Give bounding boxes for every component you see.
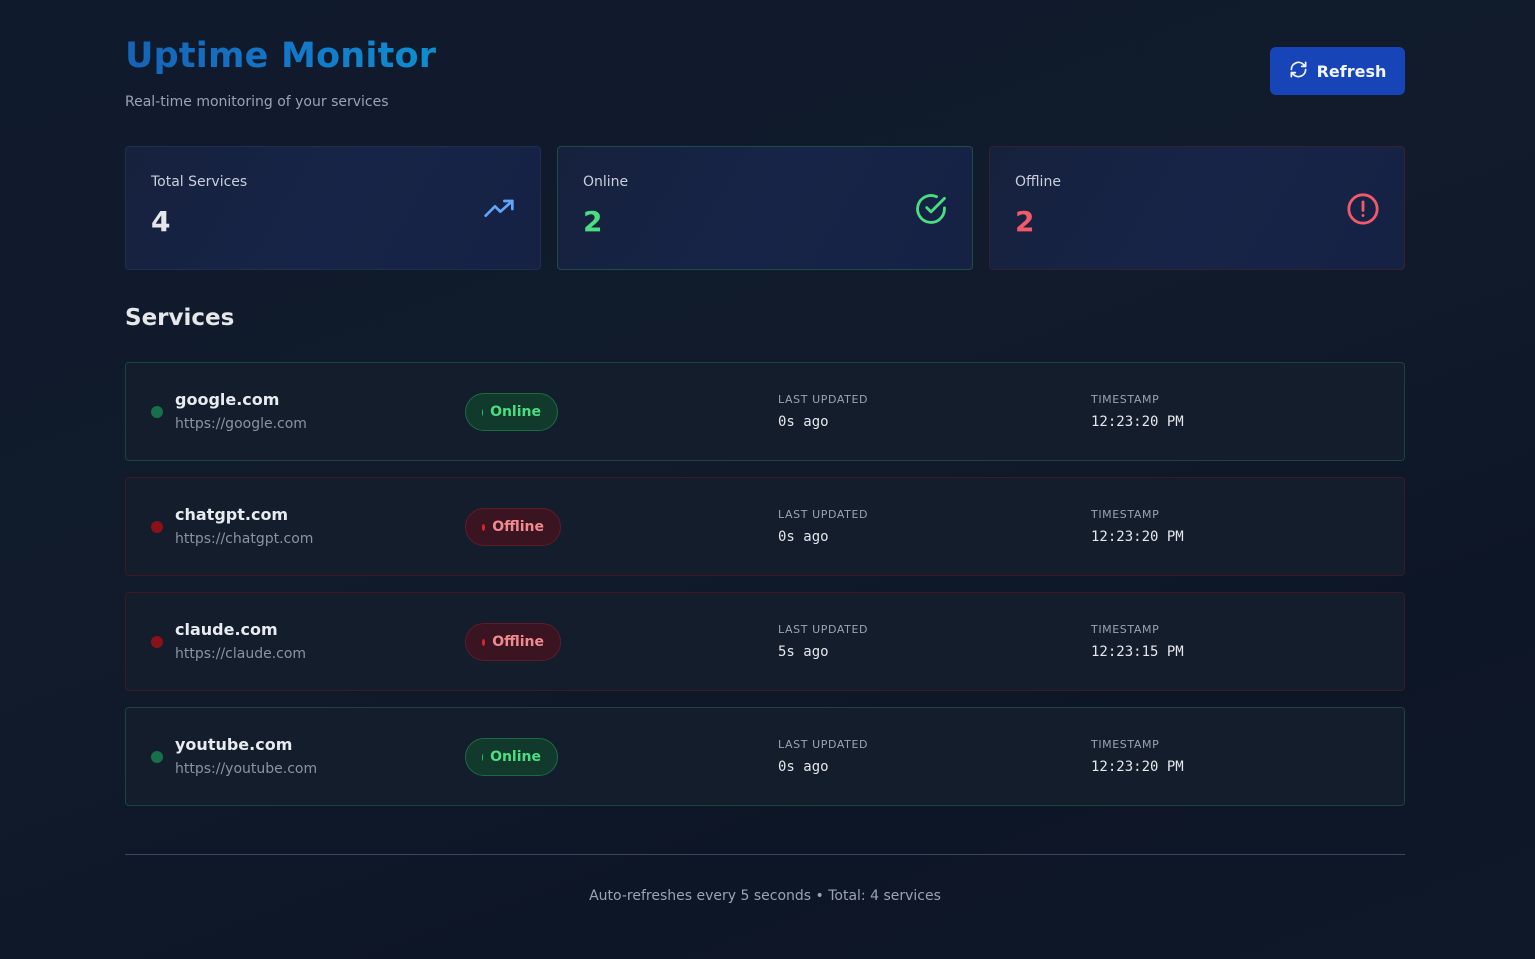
stat-value: 2 [583, 205, 603, 238]
trending-up-icon [482, 192, 516, 226]
status-dot [151, 406, 163, 418]
badge-dot [482, 638, 486, 646]
last-updated-value: 0s ago [778, 529, 829, 545]
alert-circle-icon [1346, 192, 1380, 226]
timestamp-label: TIMESTAMP [1091, 508, 1160, 521]
service-name: google.com [175, 390, 280, 409]
stats-row: Total Services 4 Online 2 Offline 2 [125, 146, 1405, 270]
stat-value: 2 [1015, 205, 1035, 238]
stat-card-total: Total Services 4 [125, 146, 541, 270]
stat-label: Online [583, 174, 629, 190]
badge-dot [482, 408, 484, 416]
service-url: https://youtube.com [175, 761, 318, 777]
stat-label: Total Services [151, 174, 248, 190]
check-circle-icon [914, 192, 948, 226]
service-url: https://claude.com [175, 646, 307, 662]
timestamp-value: 12:23:20 PM [1091, 759, 1184, 775]
timestamp-label: TIMESTAMP [1091, 738, 1160, 751]
refresh-label: Refresh [1316, 61, 1387, 81]
last-updated-value: 0s ago [778, 759, 829, 775]
status-badge: Offline [465, 623, 561, 661]
last-updated-label: LAST UPDATED [778, 623, 869, 636]
status-text: Offline [492, 634, 544, 650]
badge-dot [482, 523, 486, 531]
refresh-button[interactable]: Refresh [1270, 47, 1405, 95]
service-name: claude.com [175, 620, 278, 639]
timestamp-label: TIMESTAMP [1091, 623, 1160, 636]
service-row[interactable]: google.com https://google.com Online LAS… [125, 362, 1405, 461]
service-row[interactable]: chatgpt.com https://chatgpt.com Offline … [125, 477, 1405, 576]
stat-value: 4 [151, 205, 171, 238]
status-dot [151, 751, 163, 763]
footer-text: Auto-refreshes every 5 seconds • Total: … [589, 888, 941, 904]
status-badge: Offline [465, 508, 561, 546]
service-url: https://google.com [175, 416, 307, 432]
status-text: Online [490, 749, 541, 765]
page-title: Uptime Monitor [125, 36, 437, 76]
timestamp-label: TIMESTAMP [1091, 393, 1160, 406]
service-row[interactable]: claude.com https://claude.com Offline LA… [125, 592, 1405, 691]
header: Uptime Monitor Real-time monitoring of y… [125, 0, 1405, 130]
status-dot [151, 636, 163, 648]
service-name: youtube.com [175, 735, 293, 754]
last-updated-label: LAST UPDATED [778, 508, 869, 521]
dashboard: Uptime Monitor Real-time monitoring of y… [125, 0, 1405, 904]
service-name: chatgpt.com [175, 505, 289, 524]
stat-card-online: Online 2 [557, 146, 973, 270]
status-badge: Online [465, 738, 558, 776]
last-updated-label: LAST UPDATED [778, 393, 869, 406]
refresh-icon [1289, 60, 1308, 83]
page-subtitle: Real-time monitoring of your services [125, 94, 389, 110]
status-badge: Online [465, 393, 558, 431]
last-updated-label: LAST UPDATED [778, 738, 869, 751]
status-text: Offline [492, 519, 544, 535]
status-text: Online [490, 404, 541, 420]
service-row[interactable]: youtube.com https://youtube.com Online L… [125, 707, 1405, 806]
footer-divider [125, 854, 1405, 855]
timestamp-value: 12:23:20 PM [1091, 529, 1184, 545]
timestamp-value: 12:23:15 PM [1091, 644, 1184, 660]
timestamp-value: 12:23:20 PM [1091, 414, 1184, 430]
badge-dot [482, 753, 484, 761]
status-dot [151, 521, 163, 533]
last-updated-value: 0s ago [778, 414, 829, 430]
section-title: Services [125, 305, 235, 331]
service-url: https://chatgpt.com [175, 531, 314, 547]
last-updated-value: 5s ago [778, 644, 829, 660]
stat-label: Offline [1015, 174, 1061, 190]
stat-card-offline: Offline 2 [989, 146, 1405, 270]
